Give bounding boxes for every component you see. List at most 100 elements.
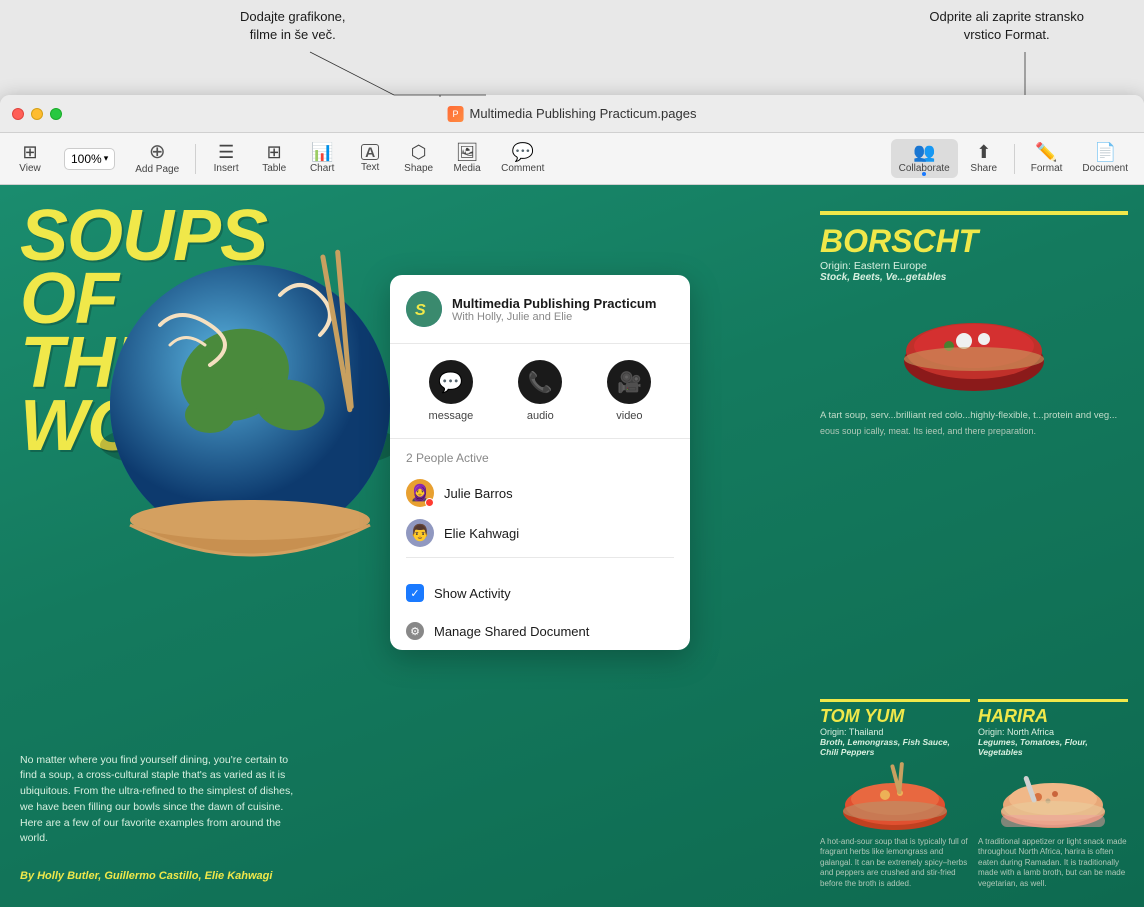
toolbar-insert[interactable]: ☰ Insert xyxy=(204,139,248,178)
collab-manage-doc[interactable]: ⚙ Manage Shared Document xyxy=(390,612,690,650)
annotation-left-line1: Dodajte grafikone, xyxy=(240,9,346,24)
toolbar-zoom[interactable]: 100% ▾ xyxy=(56,144,123,174)
julie-name: Julie Barros xyxy=(444,486,513,501)
collaboration-popup: S Multimedia Publishing Practicum With H… xyxy=(390,275,690,650)
collab-audio-btn[interactable]: 📞 audio xyxy=(518,360,562,422)
toolbar-text[interactable]: A Text xyxy=(348,140,392,177)
media-label: Media xyxy=(453,163,480,174)
annotation-left-line2: filme in še več. xyxy=(250,27,336,42)
collab-doc-info: Multimedia Publishing Practicum With Hol… xyxy=(452,296,656,323)
borscht-illustration xyxy=(894,291,1054,401)
annotation-right: Odprite ali zaprite stransko vrstico For… xyxy=(929,8,1084,44)
share-label: Share xyxy=(970,163,997,174)
show-activity-check-icon: ✓ xyxy=(406,584,424,602)
harira-ingredients: Legumes, Tomatoes, Flour, Vegetables xyxy=(978,737,1128,757)
toolbar-share[interactable]: ⬆ Share xyxy=(962,139,1006,178)
collab-video-icon: 🎥 xyxy=(607,360,651,404)
collab-message-icon: 💬 xyxy=(429,360,473,404)
collab-popup-header: S Multimedia Publishing Practicum With H… xyxy=(390,275,690,344)
collab-actions: 💬 message 📞 audio 🎥 video xyxy=(390,344,690,439)
zoom-chevron: ▾ xyxy=(104,153,109,164)
collab-show-activity[interactable]: ✓ Show Activity xyxy=(390,574,690,612)
app-window: P Multimedia Publishing Practicum.pages … xyxy=(0,95,1144,907)
collab-people-count: 2 People Active xyxy=(406,451,674,465)
borscht-title: BORSCHT xyxy=(820,223,1128,260)
tom-yum-origin: Origin: Thailand xyxy=(820,727,970,737)
collab-doc-title: Multimedia Publishing Practicum xyxy=(452,296,656,311)
toolbar-sep-2 xyxy=(1014,144,1015,174)
pages-app-icon: P xyxy=(448,106,464,122)
toolbar-view[interactable]: ⊞ View xyxy=(8,139,52,178)
toolbar-collaborate[interactable]: 👥 Collaborate xyxy=(891,139,958,178)
toolbar-chart[interactable]: 📊 Chart xyxy=(300,139,344,178)
media-icon: 🖼 xyxy=(456,143,479,161)
traffic-lights xyxy=(12,108,62,120)
collab-person-elie[interactable]: 👨 Elie Kahwagi xyxy=(406,513,674,553)
titlebar: P Multimedia Publishing Practicum.pages xyxy=(0,95,1144,133)
close-button[interactable] xyxy=(12,108,24,120)
collab-message-btn[interactable]: 💬 message xyxy=(429,360,474,422)
collaborate-icon: 👥 xyxy=(913,143,935,161)
collab-people-section: 2 People Active 🧕 Julie Barros 👨 Elie Ka… xyxy=(390,439,690,574)
add-page-icon: ⊕ xyxy=(149,142,166,162)
toolbar-sep-1 xyxy=(195,144,196,174)
share-icon: ⬆ xyxy=(976,143,991,161)
text-label: Text xyxy=(361,162,379,173)
author-content: By Holly Butler, Guillermo Castillo, Eli… xyxy=(20,870,272,882)
toolbar: ⊞ View 100% ▾ ⊕ Add Page ☰ Insert ⊞ Tabl… xyxy=(0,133,1144,185)
toolbar-media[interactable]: 🖼 Media xyxy=(445,139,489,178)
toolbar-shape[interactable]: ⬡ Shape xyxy=(396,139,441,178)
harira-section: HARIRA Origin: North Africa Legumes, Tom… xyxy=(978,699,1128,889)
julie-status-dot xyxy=(425,498,434,507)
toolbar-comment[interactable]: 💬 Comment xyxy=(493,139,552,178)
annotation-right-line1: Odprite ali zaprite stransko xyxy=(929,9,1084,24)
zoom-value: 100% xyxy=(71,152,102,166)
view-label: View xyxy=(19,163,41,174)
tom-yum-section: TOM YUM Origin: Thailand Broth, Lemongra… xyxy=(820,699,970,889)
tom-yum-ingredients: Broth, Lemongrass, Fish Sauce, Chili Pep… xyxy=(820,737,970,757)
show-activity-label: Show Activity xyxy=(434,586,511,601)
collab-divider xyxy=(406,557,674,558)
insert-label: Insert xyxy=(214,163,239,174)
toolbar-table[interactable]: ⊞ Table xyxy=(252,139,296,178)
comment-label: Comment xyxy=(501,163,544,174)
collab-video-label: video xyxy=(616,410,642,422)
zoom-control[interactable]: 100% ▾ xyxy=(64,148,115,170)
chart-icon: 📊 xyxy=(311,143,333,161)
window-title: P Multimedia Publishing Practicum.pages xyxy=(448,106,697,122)
harira-bar xyxy=(978,699,1128,702)
julie-avatar-container: 🧕 xyxy=(406,479,434,507)
bottom-soups: TOM YUM Origin: Thailand Broth, Lemongra… xyxy=(804,691,1144,897)
elie-name: Elie Kahwagi xyxy=(444,526,519,541)
toolbar-add-page[interactable]: ⊕ Add Page xyxy=(127,138,187,179)
author-text: By Holly Butler, Guillermo Castillo, Eli… xyxy=(20,870,300,882)
maximize-button[interactable] xyxy=(50,108,62,120)
body-text-content: No matter where you find yourself dining… xyxy=(20,754,293,845)
document-icon: 📄 xyxy=(1094,143,1116,161)
insert-icon: ☰ xyxy=(218,143,234,161)
harira-origin: Origin: North Africa xyxy=(978,727,1128,737)
collab-doc-avatar: S xyxy=(406,291,442,327)
collab-audio-label: audio xyxy=(527,410,554,422)
harira-title: HARIRA xyxy=(978,706,1128,727)
format-icon: ✏️ xyxy=(1035,143,1057,161)
body-text: No matter where you find yourself dining… xyxy=(20,753,300,848)
tom-yum-bar xyxy=(820,699,970,702)
borscht-ingredients: Stock, Beets, Ve...getables xyxy=(820,272,1128,283)
add-page-label: Add Page xyxy=(135,164,179,175)
view-icon: ⊞ xyxy=(22,143,37,161)
shape-label: Shape xyxy=(404,163,433,174)
document-label: Document xyxy=(1082,163,1128,174)
format-label: Format xyxy=(1031,163,1063,174)
collab-video-btn[interactable]: 🎥 video xyxy=(607,360,651,422)
comment-icon: 💬 xyxy=(512,143,534,161)
text-icon: A xyxy=(361,144,379,160)
globe-illustration xyxy=(80,245,420,585)
harira-desc: A traditional appetizer or light snack m… xyxy=(978,837,1128,889)
tom-yum-title: TOM YUM xyxy=(820,706,970,727)
minimize-button[interactable] xyxy=(31,108,43,120)
borscht-origin: Origin: Eastern Europe xyxy=(820,260,1128,272)
toolbar-format[interactable]: ✏️ Format xyxy=(1023,139,1071,178)
collab-person-julie[interactable]: 🧕 Julie Barros xyxy=(406,473,674,513)
toolbar-document[interactable]: 📄 Document xyxy=(1074,139,1136,178)
